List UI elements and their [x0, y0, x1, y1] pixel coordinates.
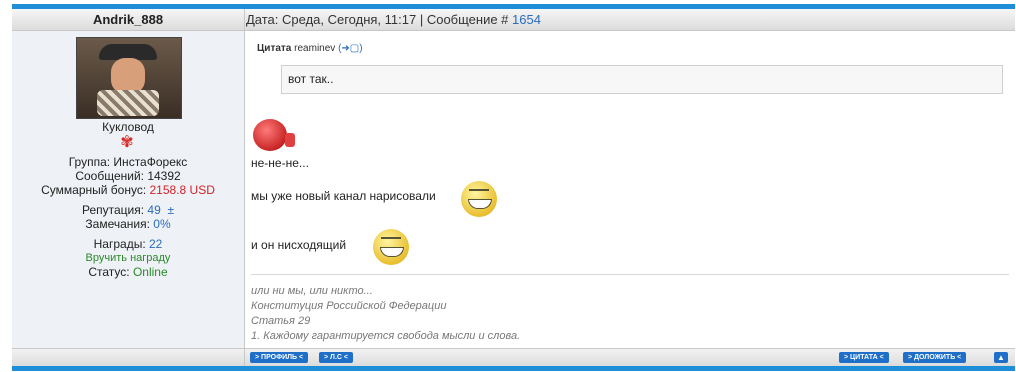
angry-smiley-icon	[253, 119, 295, 151]
grin-smiley-icon	[373, 229, 409, 265]
signature-line: 1. Каждому гарантируется свобода мысли и…	[251, 330, 521, 342]
quote-button-label: ЦИТАТА	[850, 354, 878, 361]
user-awards: Награды: 22	[12, 237, 244, 251]
user-status: Статус: Online	[12, 265, 244, 279]
author-name[interactable]: Andrik_888	[12, 9, 245, 30]
signature-line: Конституция Российской Федерации	[251, 300, 447, 312]
goto-quote-icon[interactable]: (➜▢)	[338, 43, 363, 54]
user-messages: Сообщений: 14392	[75, 169, 181, 183]
forum-post: Andrik_888 Дата: Среда, Сегодня, 11:17 |…	[12, 0, 1015, 372]
footer-left	[12, 349, 245, 366]
quote-box: вот так..	[281, 65, 1003, 94]
report-button[interactable]: > ДОЛОЖИТЬ <	[903, 352, 967, 363]
quote-header: Цитата reaminev (➜▢)	[257, 43, 363, 54]
reputation-label: Репутация:	[81, 203, 148, 217]
quote-button[interactable]: > ЦИТАТА <	[839, 352, 889, 363]
avatar[interactable]	[76, 37, 182, 119]
post-header: Andrik_888 Дата: Среда, Сегодня, 11:17 |…	[12, 9, 1015, 31]
bottom-accent-bar	[12, 366, 1015, 371]
awards-value[interactable]: 22	[149, 237, 162, 251]
message-number-link[interactable]: 1654	[512, 12, 541, 27]
up-arrow-icon[interactable]: ▲	[994, 352, 1008, 363]
quote-title: Цитата	[257, 43, 292, 54]
post-line: мы уже новый канал нарисовали	[251, 189, 436, 203]
post-line: и он нисходящий	[251, 238, 347, 252]
signature-line: Статья 29	[251, 315, 311, 327]
reputation-change-button[interactable]: ±	[167, 203, 174, 217]
user-reputation: Репутация: 49 ±	[12, 203, 244, 217]
warnings-label: Замечания:	[85, 217, 154, 231]
grin-smiley-icon	[461, 181, 497, 217]
profile-button-label: ПРОФИЛЬ	[261, 354, 298, 361]
quote-author: reaminev	[294, 43, 336, 54]
signature: или ни мы, или никто... Конституция Росс…	[251, 284, 520, 344]
pm-button-label: Л.С	[330, 354, 342, 361]
bonus-value: 2158.8 USD	[149, 183, 215, 197]
user-bonus: Суммарный бонус: 2158.8 USD	[12, 183, 244, 197]
awards-label: Награды:	[93, 237, 149, 251]
post-date: Дата: Среда, Сегодня, 11:17 | Сообщение …	[246, 12, 513, 27]
post-meta: Дата: Среда, Сегодня, 11:17 | Сообщение …	[246, 9, 541, 30]
signature-line: или ни мы, или никто...	[251, 285, 373, 297]
bonus-label: Суммарный бонус:	[41, 183, 150, 197]
rank-badge-icon: ✾	[120, 134, 134, 151]
user-group: Группа: ИнстаФорекс	[68, 155, 188, 169]
reputation-value[interactable]: 49	[147, 203, 160, 217]
warnings-value[interactable]: 0%	[153, 217, 170, 231]
private-message-button[interactable]: > Л.С <	[319, 352, 354, 363]
user-info: Группа: ИнстаФорекс Сообщений: 14392 Сум…	[12, 155, 244, 279]
author-panel: Кукловод ✾ Группа: ИнстаФорекс Сообщений…	[12, 31, 245, 348]
signature-divider	[251, 274, 1009, 275]
status-value: Online	[132, 265, 168, 279]
give-award-link[interactable]: Вручить награду	[12, 251, 244, 265]
post-body: Цитата reaminev (➜▢) вот так.. не-не-не.…	[245, 31, 1015, 348]
report-button-label: ДОЛОЖИТЬ	[914, 354, 956, 361]
user-role: Кукловод	[102, 120, 154, 134]
profile-button[interactable]: > ПРОФИЛЬ <	[250, 352, 309, 363]
post-line: не-не-не...	[251, 156, 309, 170]
user-warnings: Замечания: 0%	[12, 217, 244, 231]
status-label: Статус:	[88, 265, 133, 279]
post-footer: > ПРОФИЛЬ < > Л.С < > ЦИТАТА < > ДОЛОЖИТ…	[12, 348, 1015, 366]
